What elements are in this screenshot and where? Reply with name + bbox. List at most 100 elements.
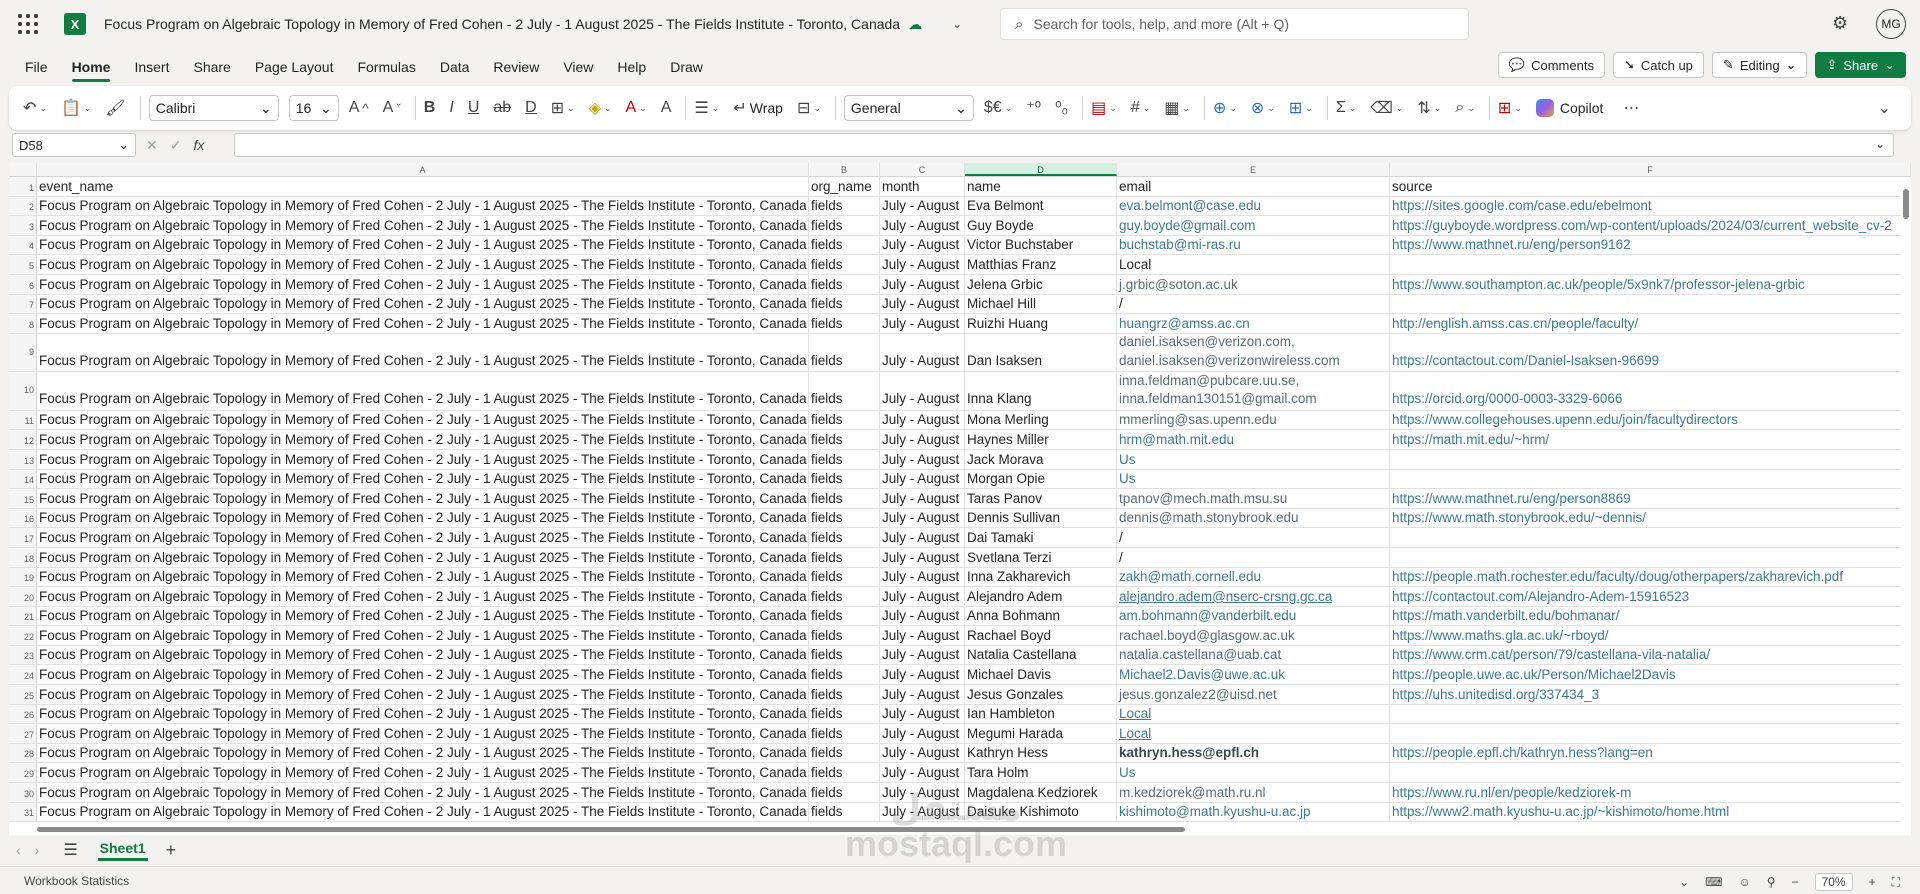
cell-e[interactable]: am.bohmann@vanderbilt.edu	[1117, 606, 1390, 626]
cell-d[interactable]: Jack Morava	[965, 449, 1117, 469]
cell-c[interactable]: July - August	[880, 547, 965, 567]
cell-a[interactable]: Focus Program on Algebraic Topology in M…	[37, 547, 809, 567]
settings-gear-icon[interactable]: ⚙	[1832, 13, 1848, 34]
cell-f[interactable]: https://www.collegehouses.upenn.edu/join…	[1390, 411, 1911, 430]
cell-c[interactable]: July - August	[880, 704, 965, 724]
cell-f[interactable]: https://people.uwe.ac.uk/Person/Michael2…	[1390, 665, 1911, 684]
spreadsheet-grid[interactable]: A B C D E F 1 event_name org_name month name…	[9, 163, 1911, 823]
cell-e[interactable]: email	[1117, 177, 1390, 196]
cell-e[interactable]: inna.feldman@pubcare.uu.se, inna.feldman…	[1117, 372, 1390, 410]
accessibility-icon[interactable]: ⚲	[1767, 875, 1776, 889]
font-size-select[interactable]: 16 ⌄	[288, 95, 339, 121]
search-box[interactable]: ⌕ Search for tools, help, and more (Alt …	[1000, 8, 1469, 40]
column-header-b[interactable]: B	[809, 163, 880, 176]
cell-e[interactable]: natalia.castellana@uab.cat	[1117, 645, 1390, 665]
cell-c[interactable]: July - August	[880, 449, 965, 469]
cell-f[interactable]: https://contactout.com/Daniel-Isaksen-96…	[1390, 334, 1911, 372]
all-sheets-menu-icon[interactable]: ☰	[63, 840, 77, 860]
row-header[interactable]: 24	[9, 665, 37, 685]
horizontal-scroll-thumb[interactable]	[37, 827, 1185, 832]
add-ins-icon[interactable]: ⊞ ⌄	[1498, 98, 1522, 118]
cell-e[interactable]: Us	[1117, 763, 1390, 783]
cell-c[interactable]: July - August	[880, 783, 965, 802]
cell-d[interactable]: Jesus Gonzales	[965, 685, 1117, 704]
decrease-font-icon[interactable]: Aˇ	[383, 99, 401, 117]
cell-e[interactable]: dennis@math.stonybrook.edu	[1117, 508, 1390, 528]
cell-c[interactable]: July - August	[880, 372, 965, 410]
zoom-out-icon[interactable]: −	[1792, 875, 1799, 889]
cell-f[interactable]: https://www.ru.nl/en/people/kedziorek-m	[1390, 783, 1911, 802]
cell-a[interactable]: Focus Program on Algebraic Topology in M…	[37, 645, 809, 665]
cell-f[interactable]: https://www2.math.kyushu-u.ac.jp/~kishim…	[1390, 803, 1911, 822]
cell-d[interactable]: Megumi Harada	[965, 724, 1117, 743]
cell-a[interactable]: Focus Program on Algebraic Topology in M…	[37, 724, 809, 743]
row-header[interactable]: 8	[9, 314, 37, 333]
font-name-select[interactable]: Calibri ⌄	[148, 95, 279, 121]
cell-a[interactable]: Focus Program on Algebraic Topology in M…	[37, 528, 809, 547]
cell-b[interactable]: fields	[809, 469, 880, 489]
cell-b[interactable]: fields	[809, 314, 880, 333]
row-header[interactable]: 4	[9, 235, 37, 255]
row-header[interactable]: 3	[9, 216, 37, 235]
cell-b[interactable]: fields	[809, 372, 880, 410]
cell-c[interactable]: July - August	[880, 606, 965, 626]
cell-a[interactable]: Focus Program on Algebraic Topology in M…	[37, 333, 809, 372]
cell-d[interactable]: Inna Zakharevich	[965, 567, 1117, 587]
cell-d[interactable]: Jelena Grbic	[965, 274, 1117, 294]
cell-b[interactable]: fields	[809, 724, 880, 743]
cell-f[interactable]: https://www.mathnet.ru/eng/person9162	[1390, 236, 1911, 255]
cell-b[interactable]: fields	[809, 255, 880, 274]
cell-d[interactable]: Michael Davis	[965, 665, 1117, 685]
cell-c[interactable]: July - August	[880, 724, 965, 743]
cell-a[interactable]: Focus Program on Algebraic Topology in M…	[37, 255, 809, 274]
horizontal-scrollbar[interactable]	[9, 823, 1911, 835]
cell-f[interactable]	[1390, 724, 1911, 743]
cell-a[interactable]: Focus Program on Algebraic Topology in M…	[37, 783, 809, 802]
cell-a[interactable]: Focus Program on Algebraic Topology in M…	[37, 665, 809, 685]
cell-d[interactable]: Dan Isaksen	[965, 333, 1117, 372]
row-header[interactable]: 14	[9, 469, 37, 489]
cell-f[interactable]	[1390, 548, 1911, 567]
more-options-icon[interactable]: ⋯	[1623, 98, 1639, 118]
text-effects-icon[interactable]: A	[661, 99, 672, 117]
row-header[interactable]: 11	[9, 410, 37, 430]
expand-formula-icon[interactable]: ⌄	[1875, 137, 1885, 151]
cell-c[interactable]: July - August	[880, 802, 965, 822]
cell-e[interactable]: /	[1117, 547, 1390, 567]
cell-d[interactable]: Matthias Franz	[965, 255, 1117, 274]
row-header[interactable]: 18	[9, 547, 37, 567]
cell-f[interactable]: https://people.math.rochester.edu/facult…	[1390, 568, 1911, 587]
comments-button[interactable]: 💬 Comments	[1497, 52, 1605, 78]
cell-f[interactable]: https://sites.google.com/case.edu/ebelmo…	[1390, 197, 1911, 216]
paste-icon[interactable]: 📋 ⌄	[61, 98, 91, 118]
increase-font-icon[interactable]: A ^	[349, 99, 369, 117]
avatar[interactable]: MG	[1876, 9, 1906, 39]
cell-d[interactable]: Alejandro Adem	[965, 587, 1117, 606]
catch-up-button[interactable]: ➘ Catch up	[1612, 52, 1704, 78]
row-header[interactable]: 27	[9, 724, 37, 743]
cell-a[interactable]: Focus Program on Algebraic Topology in M…	[37, 469, 809, 489]
cell-a[interactable]: Focus Program on Algebraic Topology in M…	[37, 685, 809, 704]
document-title[interactable]: Focus Program on Algebraic Topology in M…	[104, 16, 900, 32]
cell-e[interactable]: buchstab@mi-ras.ru	[1117, 235, 1390, 255]
cell-a[interactable]: Focus Program on Algebraic Topology in M…	[37, 372, 809, 410]
table-icon[interactable]: # ⌄	[1131, 99, 1150, 117]
cell-b[interactable]: org_name	[809, 177, 880, 196]
cell-b[interactable]: fields	[809, 665, 880, 685]
cell-b[interactable]: fields	[809, 430, 880, 449]
row-header[interactable]: 31	[9, 802, 37, 822]
sheet-nav-arrows-icon[interactable]: ‹›	[16, 842, 53, 858]
cell-c[interactable]: July - August	[880, 587, 965, 606]
formula-input[interactable]: ⌄	[234, 133, 1894, 157]
cell-e[interactable]: Local	[1117, 255, 1390, 274]
cell-a[interactable]: Focus Program on Algebraic Topology in M…	[37, 606, 809, 626]
cell-d[interactable]: Svetlana Terzi	[965, 547, 1117, 567]
insert-function-icon[interactable]: fx	[193, 137, 204, 154]
cell-a[interactable]: Focus Program on Algebraic Topology in M…	[37, 430, 809, 449]
cell-d[interactable]: Ruizhi Huang	[965, 314, 1117, 333]
bold-icon[interactable]: B	[424, 99, 436, 117]
cell-c[interactable]: July - August	[880, 235, 965, 255]
row-header[interactable]: 6	[9, 274, 37, 294]
select-all-corner[interactable]	[9, 163, 37, 176]
cell-a[interactable]: Focus Program on Algebraic Topology in M…	[37, 274, 809, 294]
